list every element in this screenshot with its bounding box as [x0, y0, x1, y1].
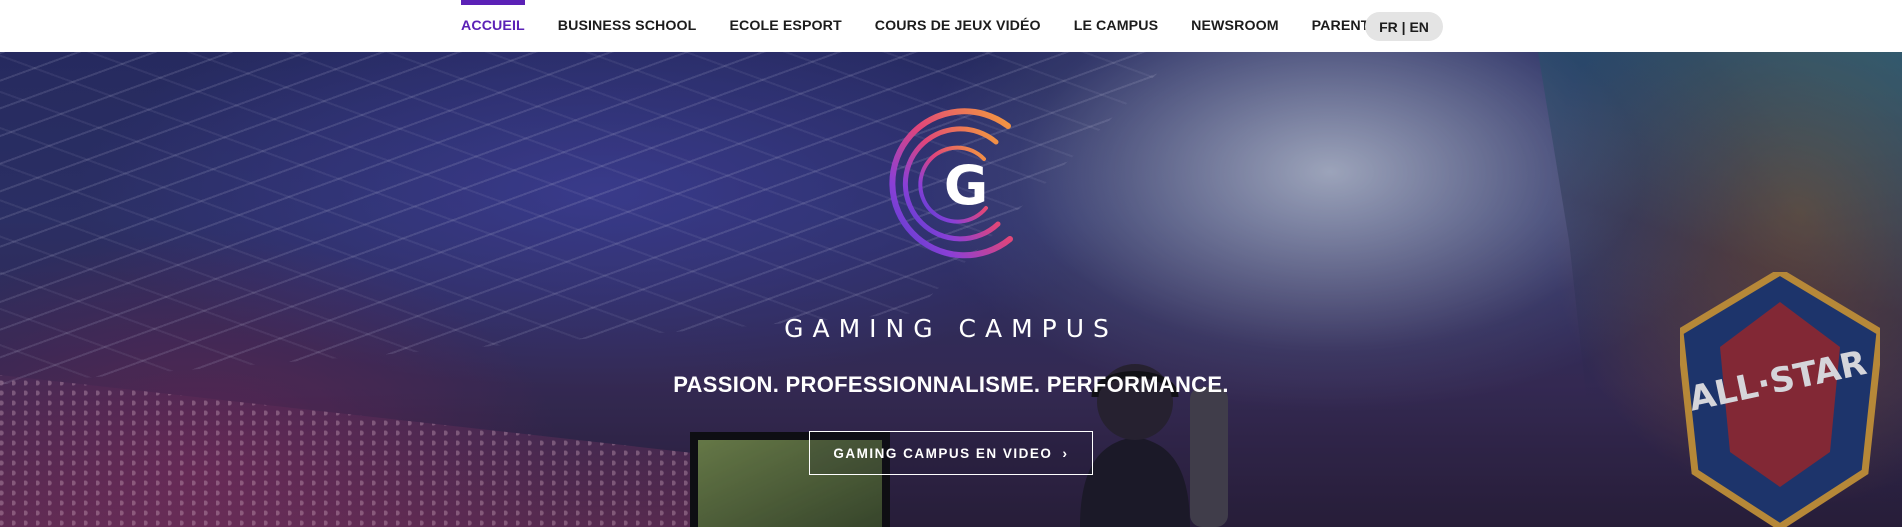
nav-item-ecole-esport[interactable]: ECOLE ESPORT [729, 0, 841, 52]
nav-menu: ACCUEIL BUSINESS SCHOOL ECOLE ESPORT COU… [461, 0, 1412, 52]
hero-tagline: PASSION. PROFESSIONNALISME. PERFORMANCE. [673, 372, 1229, 397]
nav-item-cours-jeux-video[interactable]: COURS DE JEUX VIDÉO [875, 0, 1041, 52]
language-switcher[interactable]: FR | EN [1365, 12, 1443, 41]
chevron-right-icon: › [1062, 445, 1069, 461]
nav-item-newsroom[interactable]: NEWSROOM [1191, 0, 1279, 52]
brand-wordmark: GAMING CAMPUS [784, 314, 1118, 343]
logo-letter: G [944, 154, 988, 217]
top-navigation: ACCUEIL BUSINESS SCHOOL ECOLE ESPORT COU… [0, 0, 1902, 52]
nav-item-accueil[interactable]: ACCUEIL [461, 0, 525, 52]
nav-item-business-school[interactable]: BUSINESS SCHOOL [558, 0, 697, 52]
video-cta-button[interactable]: GAMING CAMPUS EN VIDEO › [809, 431, 1093, 475]
cta-label: GAMING CAMPUS EN VIDEO [833, 445, 1053, 461]
gaming-campus-logo-icon: G [889, 108, 1013, 259]
nav-item-le-campus[interactable]: LE CAMPUS [1074, 0, 1158, 52]
